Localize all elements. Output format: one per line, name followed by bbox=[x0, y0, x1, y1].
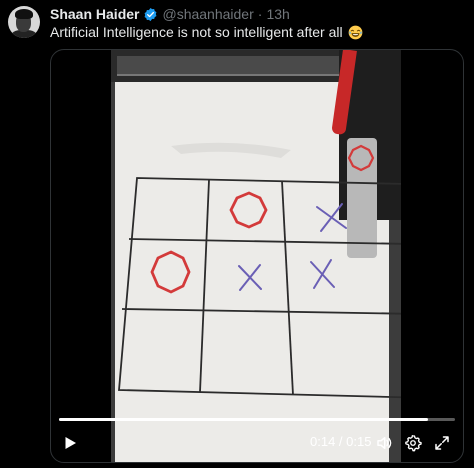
progress-bar[interactable] bbox=[59, 418, 455, 421]
fullscreen-icon[interactable] bbox=[433, 434, 451, 452]
separator-dot: · bbox=[257, 6, 263, 22]
x-mark-r2c3-b bbox=[313, 259, 332, 289]
settings-gear-icon[interactable] bbox=[404, 434, 422, 452]
time-display: 0:14 / 0:15 bbox=[310, 434, 372, 449]
x-mark-r1c3-b bbox=[320, 203, 343, 232]
o-mark-pending bbox=[347, 144, 375, 172]
grid-line-h1 bbox=[128, 238, 401, 245]
video-frame[interactable] bbox=[111, 50, 401, 462]
volume-icon[interactable] bbox=[375, 434, 393, 452]
avatar[interactable] bbox=[8, 6, 40, 38]
post-time[interactable]: 13h bbox=[266, 6, 289, 22]
author-handle[interactable]: @shaanhaider bbox=[162, 6, 253, 22]
o-mark-r1c2 bbox=[229, 191, 268, 229]
video-controls: 0:14 / 0:15 bbox=[51, 410, 463, 462]
tweet-text-body: Artificial Intelligence is not so intell… bbox=[50, 24, 343, 40]
tweet-text: Artificial Intelligence is not so intell… bbox=[50, 24, 363, 40]
tic-tac-toe-board bbox=[118, 142, 401, 399]
video-player[interactable]: 0:14 / 0:15 bbox=[50, 49, 464, 463]
author-name[interactable]: Shaan Haider bbox=[50, 6, 139, 22]
grid-line-v1 bbox=[199, 179, 210, 393]
author-row: Shaan Haider @shaanhaider · 13h bbox=[50, 6, 290, 22]
laughing-tears-emoji-icon bbox=[349, 25, 363, 40]
play-icon[interactable] bbox=[61, 434, 79, 452]
arm-shadow bbox=[171, 142, 291, 158]
verified-badge-icon bbox=[145, 7, 157, 21]
grid-line-h2 bbox=[121, 308, 401, 315]
progress-fill bbox=[59, 418, 429, 421]
grid-line-v2 bbox=[281, 180, 294, 396]
o-mark-r2c1 bbox=[150, 250, 191, 294]
tweet-header: Shaan Haider @shaanhaider · 13h Artifici… bbox=[0, 0, 474, 44]
